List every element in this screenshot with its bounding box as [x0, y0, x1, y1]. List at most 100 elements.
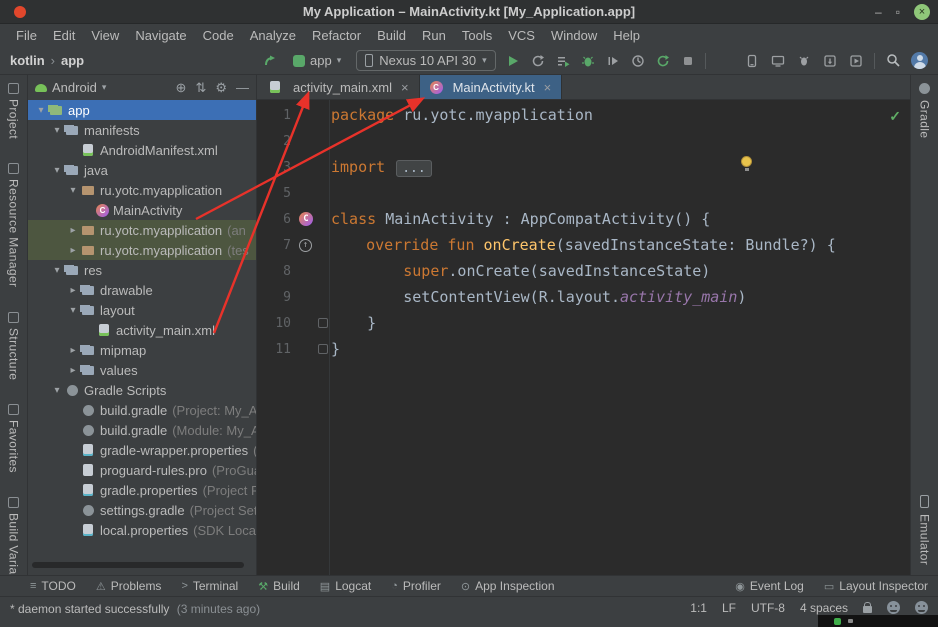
minimize-button[interactable]: –: [875, 6, 882, 18]
toolwindow-profiler[interactable]: ◔Profiler: [391, 579, 441, 593]
chevron-right-icon[interactable]: ▸: [66, 225, 80, 236]
tool-stripe-project[interactable]: Project: [7, 83, 21, 139]
menu-window[interactable]: Window: [543, 28, 605, 43]
toolwindow-terminal[interactable]: >Terminal: [181, 579, 238, 593]
tree-item-gradle-scripts[interactable]: ▾Gradle Scripts: [28, 380, 256, 400]
tree-item-res[interactable]: ▾res: [28, 260, 256, 280]
tool-stripe-emulator[interactable]: Emulator: [918, 514, 932, 565]
toolwindow-layout-inspector[interactable]: ▭Layout Inspector: [824, 579, 928, 593]
run-with-coverage-icon[interactable]: [555, 53, 571, 69]
file-encoding[interactable]: UTF-8: [751, 601, 785, 615]
apply-changes-icon[interactable]: [530, 53, 546, 69]
close-tab-icon[interactable]: ×: [401, 80, 409, 95]
sync-gradle-icon[interactable]: [655, 53, 671, 69]
fold-marker-icon[interactable]: [315, 318, 331, 328]
run-configuration-select[interactable]: app ▾: [287, 51, 347, 70]
line-separator[interactable]: LF: [722, 601, 736, 615]
attach-debugger-icon[interactable]: [605, 53, 621, 69]
intention-bulb-icon[interactable]: [741, 156, 752, 167]
tree-item-mainactivity[interactable]: CMainActivity: [28, 200, 256, 220]
breadcrumb-module[interactable]: app: [61, 53, 84, 68]
chevron-down-icon[interactable]: ▾: [66, 185, 80, 196]
tool-stripe-favorites[interactable]: Favorites: [7, 404, 21, 473]
emulator-window-icon[interactable]: [770, 53, 786, 69]
chevron-right-icon[interactable]: ▸: [66, 345, 80, 356]
menu-build[interactable]: Build: [369, 28, 414, 43]
close-tab-icon[interactable]: ×: [544, 80, 552, 95]
logcat-window-icon[interactable]: [796, 53, 812, 69]
run-icon[interactable]: [505, 53, 521, 69]
tree-item-values[interactable]: ▸values: [28, 360, 256, 380]
menu-code[interactable]: Code: [195, 28, 242, 43]
settings-gear-icon[interactable]: ⚙: [215, 80, 227, 96]
chevron-down-icon[interactable]: ▾: [34, 105, 48, 116]
override-gutter-icon[interactable]: ↑: [299, 239, 312, 252]
chevron-down-icon[interactable]: ▾: [66, 305, 80, 316]
tool-stripe-structure[interactable]: Structure: [7, 312, 21, 380]
chevron-down-icon[interactable]: ▾: [50, 125, 64, 136]
chevron-right-icon[interactable]: ▸: [66, 365, 80, 376]
menu-vcs[interactable]: VCS: [500, 28, 543, 43]
profiler-icon[interactable]: [630, 53, 646, 69]
tool-stripe-resource-manager[interactable]: Resource Manager: [7, 163, 21, 287]
menu-file[interactable]: File: [8, 28, 45, 43]
tree-item-gradle-properties[interactable]: gradle.properties(Project Pr: [28, 480, 256, 500]
hide-panel-icon[interactable]: —: [236, 80, 249, 95]
tree-item-ru-yotc-myapplication[interactable]: ▸ru.yotc.myapplication(tes: [28, 240, 256, 260]
device-select[interactable]: Nexus 10 API 30 ▾: [356, 50, 495, 71]
tree-item-build-gradle[interactable]: build.gradle(Module: My_Ap: [28, 420, 256, 440]
close-button[interactable]: ×: [914, 4, 930, 20]
menu-navigate[interactable]: Navigate: [127, 28, 194, 43]
device-manager-icon[interactable]: [744, 53, 760, 69]
feedback-smiley-icon[interactable]: [915, 601, 928, 614]
background-tasks-icon[interactable]: [887, 601, 900, 614]
tree-item-ru-yotc-myapplication[interactable]: ▾ru.yotc.myapplication: [28, 180, 256, 200]
toolwindow-logcat[interactable]: ▤Logcat: [320, 579, 371, 593]
readonly-lock-icon[interactable]: [863, 606, 872, 613]
tree-item-mipmap[interactable]: ▸mipmap: [28, 340, 256, 360]
indent-setting[interactable]: 4 spaces: [800, 601, 848, 615]
tree-item-gradle-wrapper-properties[interactable]: gradle-wrapper.properties(: [28, 440, 256, 460]
toolwindow-event-log[interactable]: ◉Event Log: [735, 579, 804, 593]
debug-icon[interactable]: [580, 53, 596, 69]
tree-item-settings-gradle[interactable]: settings.gradle(Project Setti: [28, 500, 256, 520]
breadcrumb-project[interactable]: kotlin: [10, 53, 45, 68]
toolwindow-app-inspection[interactable]: ⊙App Inspection: [461, 579, 555, 593]
horizontal-scrollbar[interactable]: [32, 562, 244, 568]
code-editor[interactable]: 1package ru.yotc.myapplication23import .…: [257, 100, 910, 575]
tree-item-androidmanifest-xml[interactable]: AndroidManifest.xml: [28, 140, 256, 160]
search-everywhere-icon[interactable]: [885, 53, 901, 69]
chevron-down-icon[interactable]: ▾: [50, 165, 64, 176]
tree-item-activity-main-xml[interactable]: activity_main.xml: [28, 320, 256, 340]
tree-item-ru-yotc-myapplication[interactable]: ▸ru.yotc.myapplication(an: [28, 220, 256, 240]
toolwindow-todo[interactable]: ≡TODO: [30, 579, 76, 593]
maximize-button[interactable]: ▫: [896, 6, 900, 18]
locate-file-icon[interactable]: ⊕: [176, 80, 187, 96]
tree-item-java[interactable]: ▾java: [28, 160, 256, 180]
avd-manager-icon[interactable]: [848, 53, 864, 69]
tool-stripe-gradle[interactable]: Gradle: [918, 100, 932, 138]
menu-view[interactable]: View: [83, 28, 127, 43]
expand-collapse-icon[interactable]: ⇅: [195, 80, 206, 96]
fold-marker-icon[interactable]: [315, 344, 331, 354]
class-gutter-icon[interactable]: C: [299, 212, 313, 226]
chevron-down-icon[interactable]: ▾: [50, 385, 64, 396]
editor-tab-activity-main-xml[interactable]: activity_main.xml×: [257, 75, 420, 99]
chevron-right-icon[interactable]: ▸: [66, 245, 80, 256]
toolwindow-build[interactable]: ⚒Build: [258, 579, 300, 593]
tree-item-manifests[interactable]: ▾manifests: [28, 120, 256, 140]
menu-edit[interactable]: Edit: [45, 28, 83, 43]
tree-item-local-properties[interactable]: local.properties(SDK Locatio: [28, 520, 256, 540]
editor-tab-mainactivity-kt[interactable]: CMainActivity.kt×: [420, 75, 563, 99]
tree-item-layout[interactable]: ▾layout: [28, 300, 256, 320]
project-view-selector[interactable]: Android: [52, 80, 97, 95]
stop-icon[interactable]: [680, 53, 696, 69]
menu-analyze[interactable]: Analyze: [242, 28, 304, 43]
tree-item-proguard-rules-pro[interactable]: proguard-rules.pro(ProGuar: [28, 460, 256, 480]
tree-item-build-gradle[interactable]: build.gradle(Project: My_Ap: [28, 400, 256, 420]
toolwindow-problems[interactable]: ⚠Problems: [96, 579, 162, 593]
tree-item-app[interactable]: ▾app: [28, 100, 256, 120]
caret-position[interactable]: 1:1: [690, 601, 707, 615]
menu-refactor[interactable]: Refactor: [304, 28, 369, 43]
chevron-down-icon[interactable]: ▾: [50, 265, 64, 276]
